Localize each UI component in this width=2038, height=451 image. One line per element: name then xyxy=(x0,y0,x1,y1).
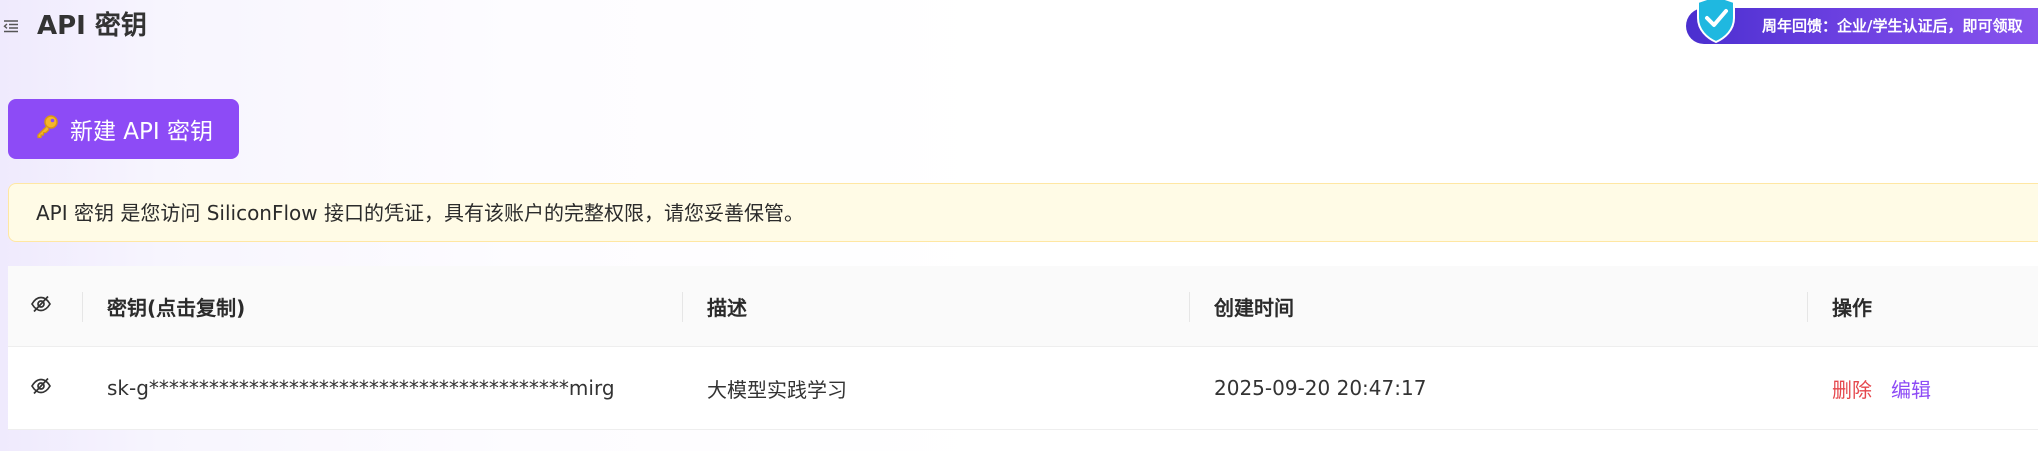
eye-off-icon xyxy=(30,293,52,320)
column-header-key: 密钥(点击复制) xyxy=(107,295,246,320)
info-notice: API 密钥 是您访问 SiliconFlow 接口的凭证，具有该账户的完整权限… xyxy=(8,183,2038,242)
page-title: API 密钥 xyxy=(37,11,147,41)
menu-fold-icon[interactable] xyxy=(3,18,19,34)
api-key-value[interactable]: sk-g************************************… xyxy=(107,347,615,429)
table-header: 密钥(点击复制) 描述 创建时间 操作 xyxy=(8,266,2038,347)
edit-button[interactable]: 编辑 xyxy=(1891,374,1931,403)
create-api-key-label: 新建 API 密钥 xyxy=(69,119,213,145)
column-header-actions: 操作 xyxy=(1832,295,1872,320)
eye-off-icon xyxy=(30,375,52,402)
table-row: sk-g************************************… xyxy=(8,347,2038,430)
api-key-created-time: 2025-09-20 20:47:17 xyxy=(1214,376,1427,400)
delete-button[interactable]: 删除 xyxy=(1832,374,1872,403)
row-actions: 删除 编辑 xyxy=(1832,347,1931,429)
create-api-key-button[interactable]: 新建 API 密钥 xyxy=(8,99,239,159)
api-key-description: 大模型实践学习 xyxy=(707,377,847,402)
column-separator xyxy=(682,292,683,322)
column-header-description: 描述 xyxy=(707,295,747,320)
column-header-created: 创建时间 xyxy=(1214,295,1294,320)
notice-text: API 密钥 是您访问 SiliconFlow 接口的凭证，具有该账户的完整权限… xyxy=(36,201,804,225)
toggle-key-visibility-button[interactable] xyxy=(30,347,52,429)
shield-check-icon xyxy=(1695,0,1737,44)
key-icon xyxy=(34,113,60,145)
column-separator xyxy=(1807,292,1808,322)
toggle-all-visibility-button[interactable] xyxy=(30,266,52,346)
api-key-table: 密钥(点击复制) 描述 创建时间 操作 sk-g****************… xyxy=(8,266,2038,430)
column-separator xyxy=(1189,292,1190,322)
column-separator xyxy=(82,292,83,322)
promo-text: 周年回馈：企业/学生认证后，即可领取 xyxy=(1762,17,2023,35)
